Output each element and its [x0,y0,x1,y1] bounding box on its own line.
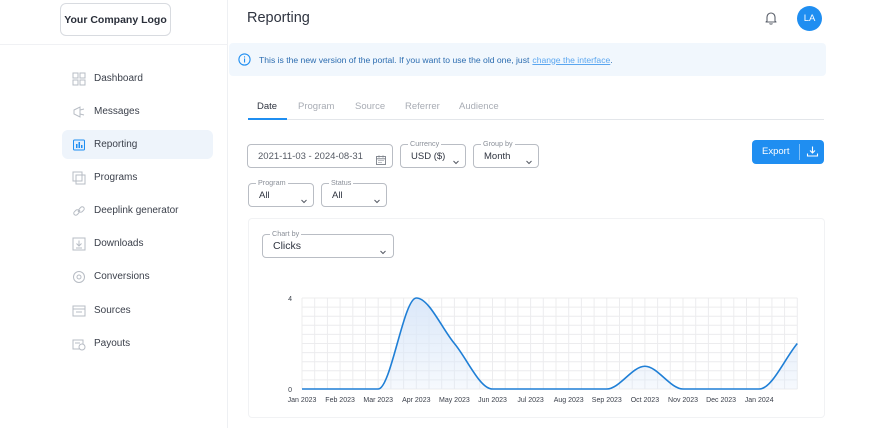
sidebar-item-label: Sources [94,305,131,316]
date-range-value: 2021-11-03 - 2024-08-31 [258,151,363,162]
sidebar: Your Company Logo Dashboard Messages Rep… [0,0,228,428]
calendar-icon [376,152,386,165]
sidebar-item-reporting[interactable]: Reporting [62,130,213,159]
x-tick-label: Jun 2023 [478,397,507,404]
sidebar-divider [0,44,228,45]
megaphone-icon [72,105,86,119]
status-label: Status [329,178,354,188]
sidebar-item-label: Conversions [94,271,150,282]
banner-text: This is the new version of the portal. I… [259,54,530,65]
x-tick-label: May 2023 [439,397,470,404]
group-by-value: Month [484,151,511,162]
x-tick-label: Oct 2023 [631,397,660,404]
sidebar-item-label: Messages [94,106,140,117]
link-icon [72,204,86,218]
download-icon [72,237,86,251]
y-tick-label: 0 [288,387,292,394]
dashboard-icon [72,72,86,86]
date-range-picker[interactable]: 2021-11-03 - 2024-08-31 [247,144,393,168]
sidebar-item-label: Downloads [94,238,144,249]
report-tabs: Date Program Source Referrer Audience [248,98,824,120]
chart-grid [301,297,798,390]
payouts-icon [72,337,86,351]
sidebar-item-label: Payouts [94,338,131,349]
x-tick-label: Jan 2024 [745,397,774,404]
x-tick-label: Jan 2023 [288,397,317,404]
sidebar-item-sources[interactable]: Sources [62,296,213,325]
x-tick-label: Sep 2023 [592,397,622,404]
clicks-chart: 0 4 Jan 2023 Feb 2023 Mar 2023 Apr 2023 May 20… [288,296,798,404]
tab-program[interactable]: Program [298,101,334,120]
group-by-select[interactable]: Group by Month [473,139,539,168]
x-tick-label: Dec 2023 [706,397,736,404]
y-tick-label: 4 [288,296,292,303]
sidebar-item-deeplink-generator[interactable]: Deeplink generator [62,196,213,225]
avatar[interactable]: LA [797,6,822,31]
sidebar-item-label: Programs [94,172,138,183]
group-by-label: Group by [481,139,515,149]
chevron-down-icon [373,192,381,204]
currency-select[interactable]: Currency USD ($) [400,139,466,168]
status-value: All [332,190,343,201]
export-separator [799,144,800,160]
change-interface-link[interactable]: change the interface [532,55,610,65]
bell-icon[interactable] [763,10,779,26]
chevron-down-icon [452,153,460,165]
sidebar-item-dashboard[interactable]: Dashboard [62,64,213,93]
sidebar-item-label: Reporting [94,139,138,150]
export-button[interactable]: Export [752,140,824,164]
tab-referrer[interactable]: Referrer [405,101,440,120]
sidebar-item-downloads[interactable]: Downloads [62,229,213,258]
download-icon [806,145,819,158]
sidebar-item-label: Dashboard [94,73,143,84]
info-banner: This is the new version of the portal. I… [229,43,826,76]
chevron-down-icon [525,153,533,165]
banner-period: . [610,54,613,65]
tab-audience[interactable]: Audience [459,101,499,120]
chevron-down-icon [300,192,308,204]
sources-icon [72,304,86,318]
sidebar-item-messages[interactable]: Messages [62,97,213,126]
x-tick-label: Mar 2023 [363,397,393,404]
tab-source[interactable]: Source [355,101,385,120]
x-tick-label: Apr 2023 [402,397,431,404]
currency-label: Currency [408,139,442,149]
reporting-icon [72,138,86,152]
programs-icon [72,171,86,185]
export-label: Export [762,146,790,157]
status-select[interactable]: Status All [321,178,387,207]
x-tick-label: Aug 2023 [554,397,584,404]
info-icon [238,53,251,66]
sidebar-item-label: Deeplink generator [94,205,179,216]
sidebar-item-programs[interactable]: Programs [62,163,213,192]
x-tick-label: Feb 2023 [325,397,355,404]
company-logo[interactable]: Your Company Logo [60,3,171,36]
sidebar-item-payouts[interactable]: Payouts [62,329,213,358]
top-header: Reporting LA [229,0,896,38]
x-tick-label: Nov 2023 [668,397,698,404]
sidebar-item-conversions[interactable]: Conversions [62,262,213,291]
tab-date[interactable]: Date [248,101,287,120]
page-title: Reporting [247,10,310,26]
currency-value: USD ($) [411,151,446,162]
program-select[interactable]: Program All [248,178,314,207]
chart-card: Chart by Clicks 0 4 Jan 2023 Feb 2023 Mar 20… [248,218,825,418]
program-label: Program [256,178,288,188]
conversions-icon [72,270,86,284]
program-value: All [259,190,270,201]
x-tick-label: Jul 2023 [517,397,544,404]
